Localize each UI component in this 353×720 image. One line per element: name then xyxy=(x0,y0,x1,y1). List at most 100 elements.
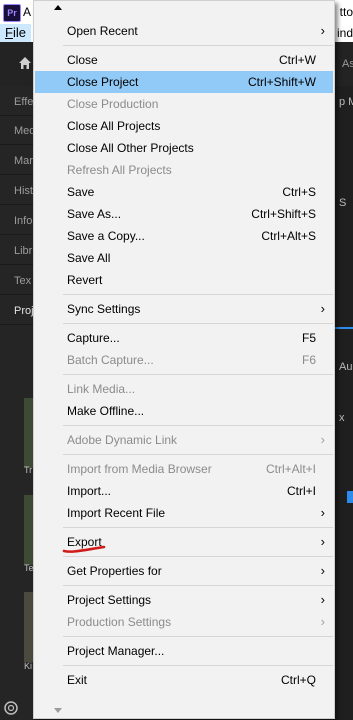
menu-item-adobe-dynamic-link[interactable]: Adobe Dynamic Link › xyxy=(35,429,333,451)
menu-item-label: Exit xyxy=(67,673,88,687)
menu-item-save-all[interactable]: Save All xyxy=(35,247,333,269)
menu-file-mnemonic: F xyxy=(5,25,13,40)
panel-tab-media[interactable]: Med xyxy=(0,117,33,145)
menu-item-get-properties-for[interactable]: Get Properties for › xyxy=(35,560,333,582)
menu-item-label: Make Offline... xyxy=(67,404,145,418)
menu-separator xyxy=(63,636,333,637)
menu-window-fragment[interactable]: ind xyxy=(337,26,353,40)
menu-item-label: Link Media... xyxy=(67,382,136,396)
menu-item-import[interactable]: Import... Ctrl+I xyxy=(35,480,333,502)
red-underline-annotation xyxy=(62,545,106,553)
menu-item-make-offline[interactable]: Make Offline... xyxy=(35,400,333,422)
menu-item-refresh-all-projects[interactable]: Refresh All Projects xyxy=(35,159,333,181)
panel-tab-text[interactable]: Tex xyxy=(0,267,33,295)
menu-item-save[interactable]: Save Ctrl+S xyxy=(35,181,333,203)
panel-tab-history[interactable]: Hist xyxy=(0,177,33,205)
submenu-arrow-icon: › xyxy=(320,23,325,38)
menu-item-project-manager[interactable]: Project Manager... xyxy=(35,640,333,662)
close-icon[interactable]: x xyxy=(339,412,345,424)
window-title-end: tto xyxy=(339,5,353,19)
panel-tab-markers[interactable]: Mar xyxy=(0,147,33,175)
menu-separator xyxy=(63,665,333,666)
creative-cloud-icon[interactable] xyxy=(3,700,19,716)
menu-item-revert[interactable]: Revert xyxy=(35,269,333,291)
menu-item-close-all-projects[interactable]: Close All Projects xyxy=(35,115,333,137)
panel-tab-info[interactable]: Info xyxy=(0,207,33,235)
menu-item-open-recent[interactable]: Open Recent › xyxy=(35,20,333,42)
menu-item-shortcut: Ctrl+I xyxy=(286,484,316,498)
menu-item-label: Save All xyxy=(67,251,111,265)
menu-item-sync-settings[interactable]: Sync Settings › xyxy=(35,298,333,320)
menu-item-shortcut: F5 xyxy=(301,331,316,345)
menu-item-import-recent-file[interactable]: Import Recent File › xyxy=(35,502,333,524)
menu-item-label: Import Recent File xyxy=(67,506,166,520)
submenu-arrow-icon: › xyxy=(320,563,325,578)
menu-item-import-from-media-browser[interactable]: Import from Media Browser Ctrl+Alt+I xyxy=(35,458,333,480)
menu-item-exit[interactable]: Exit Ctrl+Q xyxy=(35,669,333,691)
menu-item-save-a-copy[interactable]: Save a Copy... Ctrl+Alt+S xyxy=(35,225,333,247)
menu-file[interactable]: File xyxy=(0,24,31,42)
accent-line xyxy=(335,327,353,329)
menu-item-save-as[interactable]: Save As... Ctrl+Shift+S xyxy=(35,203,333,225)
submenu-arrow-icon: › xyxy=(320,432,325,447)
premiere-app-icon: Pr xyxy=(3,4,21,22)
panel-tab-project[interactable]: Proj xyxy=(0,297,33,325)
menu-item-label: Batch Capture... xyxy=(67,353,154,367)
menu-item-project-settings[interactable]: Project Settings › xyxy=(35,589,333,611)
menu-item-label: Save a Copy... xyxy=(67,229,145,243)
clip-label: Ki xyxy=(24,661,33,671)
program-monitor-tab-fragment[interactable]: p M xyxy=(339,96,353,108)
submenu-arrow-icon: › xyxy=(320,534,325,549)
menu-item-label: Production Settings xyxy=(67,615,172,629)
menu-item-capture[interactable]: Capture... F5 xyxy=(35,327,333,349)
audio-tab-fragment[interactable]: Aud xyxy=(339,361,353,373)
menu-item-label: Revert xyxy=(67,273,103,287)
menu-item-label: Get Properties for xyxy=(67,564,162,578)
menu-item-shortcut: F6 xyxy=(301,353,316,367)
menu-item-close-all-other-projects[interactable]: Close All Other Projects xyxy=(35,137,333,159)
menu-item-shortcut: Ctrl+S xyxy=(282,185,316,199)
menu-item-label: Close Production xyxy=(67,97,159,111)
menu-item-shortcut: Ctrl+Q xyxy=(280,673,316,687)
workspace-tab-fragment[interactable]: As xyxy=(342,58,353,70)
menu-separator xyxy=(63,374,333,375)
menu-item-close[interactable]: Close Ctrl+W xyxy=(35,49,333,71)
right-panel xyxy=(335,86,353,720)
menu-separator xyxy=(63,454,333,455)
menu-item-shortcut: Ctrl+Shift+W xyxy=(247,75,316,89)
clip-label: Tr xyxy=(24,465,33,475)
menu-separator xyxy=(63,294,333,295)
menu-file-label: ile xyxy=(12,25,26,40)
submenu-arrow-icon: › xyxy=(320,301,325,316)
menu-item-label: Import... xyxy=(67,484,112,498)
menu-item-label: Save As... xyxy=(67,207,122,221)
menu-item-label: Close xyxy=(67,53,98,67)
menu-item-label: Close All Other Projects xyxy=(67,141,194,155)
menu-item-production-settings[interactable]: Production Settings › xyxy=(35,611,333,633)
menu-separator xyxy=(63,323,333,324)
submenu-arrow-icon: › xyxy=(320,505,325,520)
panel-text-fragment: S xyxy=(339,197,347,209)
menu-item-batch-capture[interactable]: Batch Capture... F6 xyxy=(35,349,333,371)
menu-item-shortcut: Ctrl+Alt+I xyxy=(265,462,316,476)
home-icon[interactable] xyxy=(18,56,32,70)
menu-item-label: Project Manager... xyxy=(67,644,165,658)
scroll-up-arrow-icon[interactable] xyxy=(54,5,62,10)
panel-tab-libraries[interactable]: Libr xyxy=(0,237,33,265)
panel-tab-effects[interactable]: Effe xyxy=(0,88,33,116)
menu-item-link-media[interactable]: Link Media... xyxy=(35,378,333,400)
menu-item-label: Adobe Dynamic Link xyxy=(67,433,178,447)
menu-item-label: Import from Media Browser xyxy=(67,462,212,476)
menu-item-label: Save xyxy=(67,185,95,199)
scroll-down-arrow-icon[interactable] xyxy=(54,708,62,713)
menu-item-shortcut: Ctrl+Alt+S xyxy=(261,229,316,243)
window-title-start: A xyxy=(23,5,32,19)
submenu-arrow-icon: › xyxy=(320,592,325,607)
menu-item-close-project[interactable]: Close Project Ctrl+Shift+W xyxy=(35,71,333,93)
menu-item-label: Close Project xyxy=(67,75,139,89)
menu-item-label: Close All Projects xyxy=(67,119,161,133)
menu-item-shortcut: Ctrl+W xyxy=(279,53,316,67)
menu-item-close-production[interactable]: Close Production xyxy=(35,93,333,115)
menu-item-label: Project Settings xyxy=(67,593,152,607)
menu-separator xyxy=(63,45,333,46)
